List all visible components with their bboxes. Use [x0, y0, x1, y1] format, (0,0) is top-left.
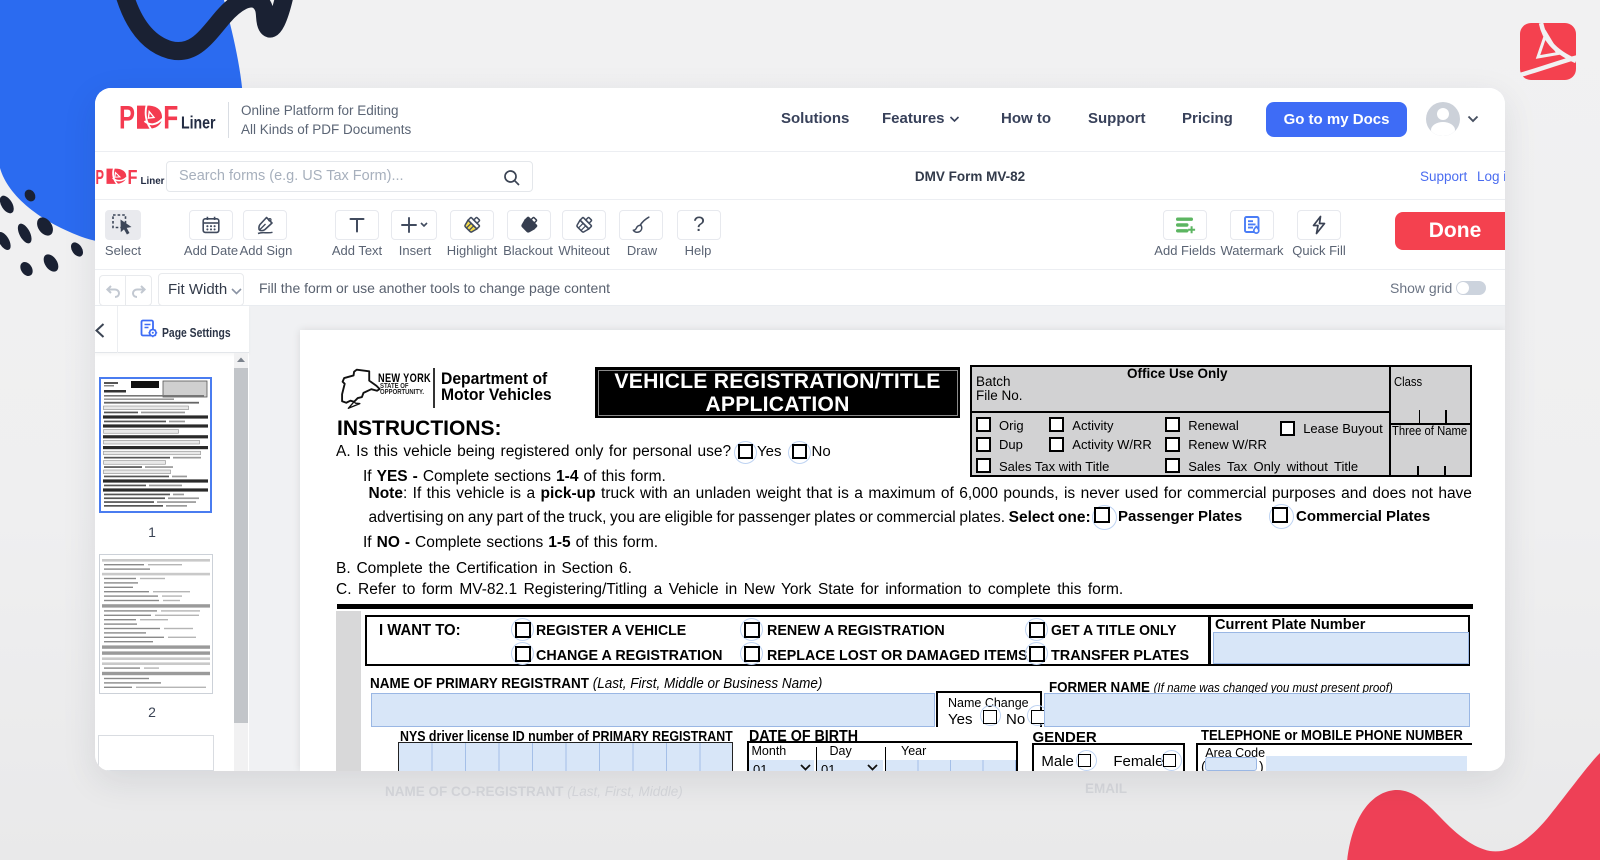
svg-text:F: F — [163, 105, 178, 132]
svg-text:Liner: Liner — [141, 175, 165, 186]
svg-text:Liner: Liner — [181, 113, 216, 132]
svg-text:P: P — [119, 105, 135, 132]
svg-text:P: P — [96, 168, 105, 186]
svg-text:F: F — [128, 168, 138, 186]
